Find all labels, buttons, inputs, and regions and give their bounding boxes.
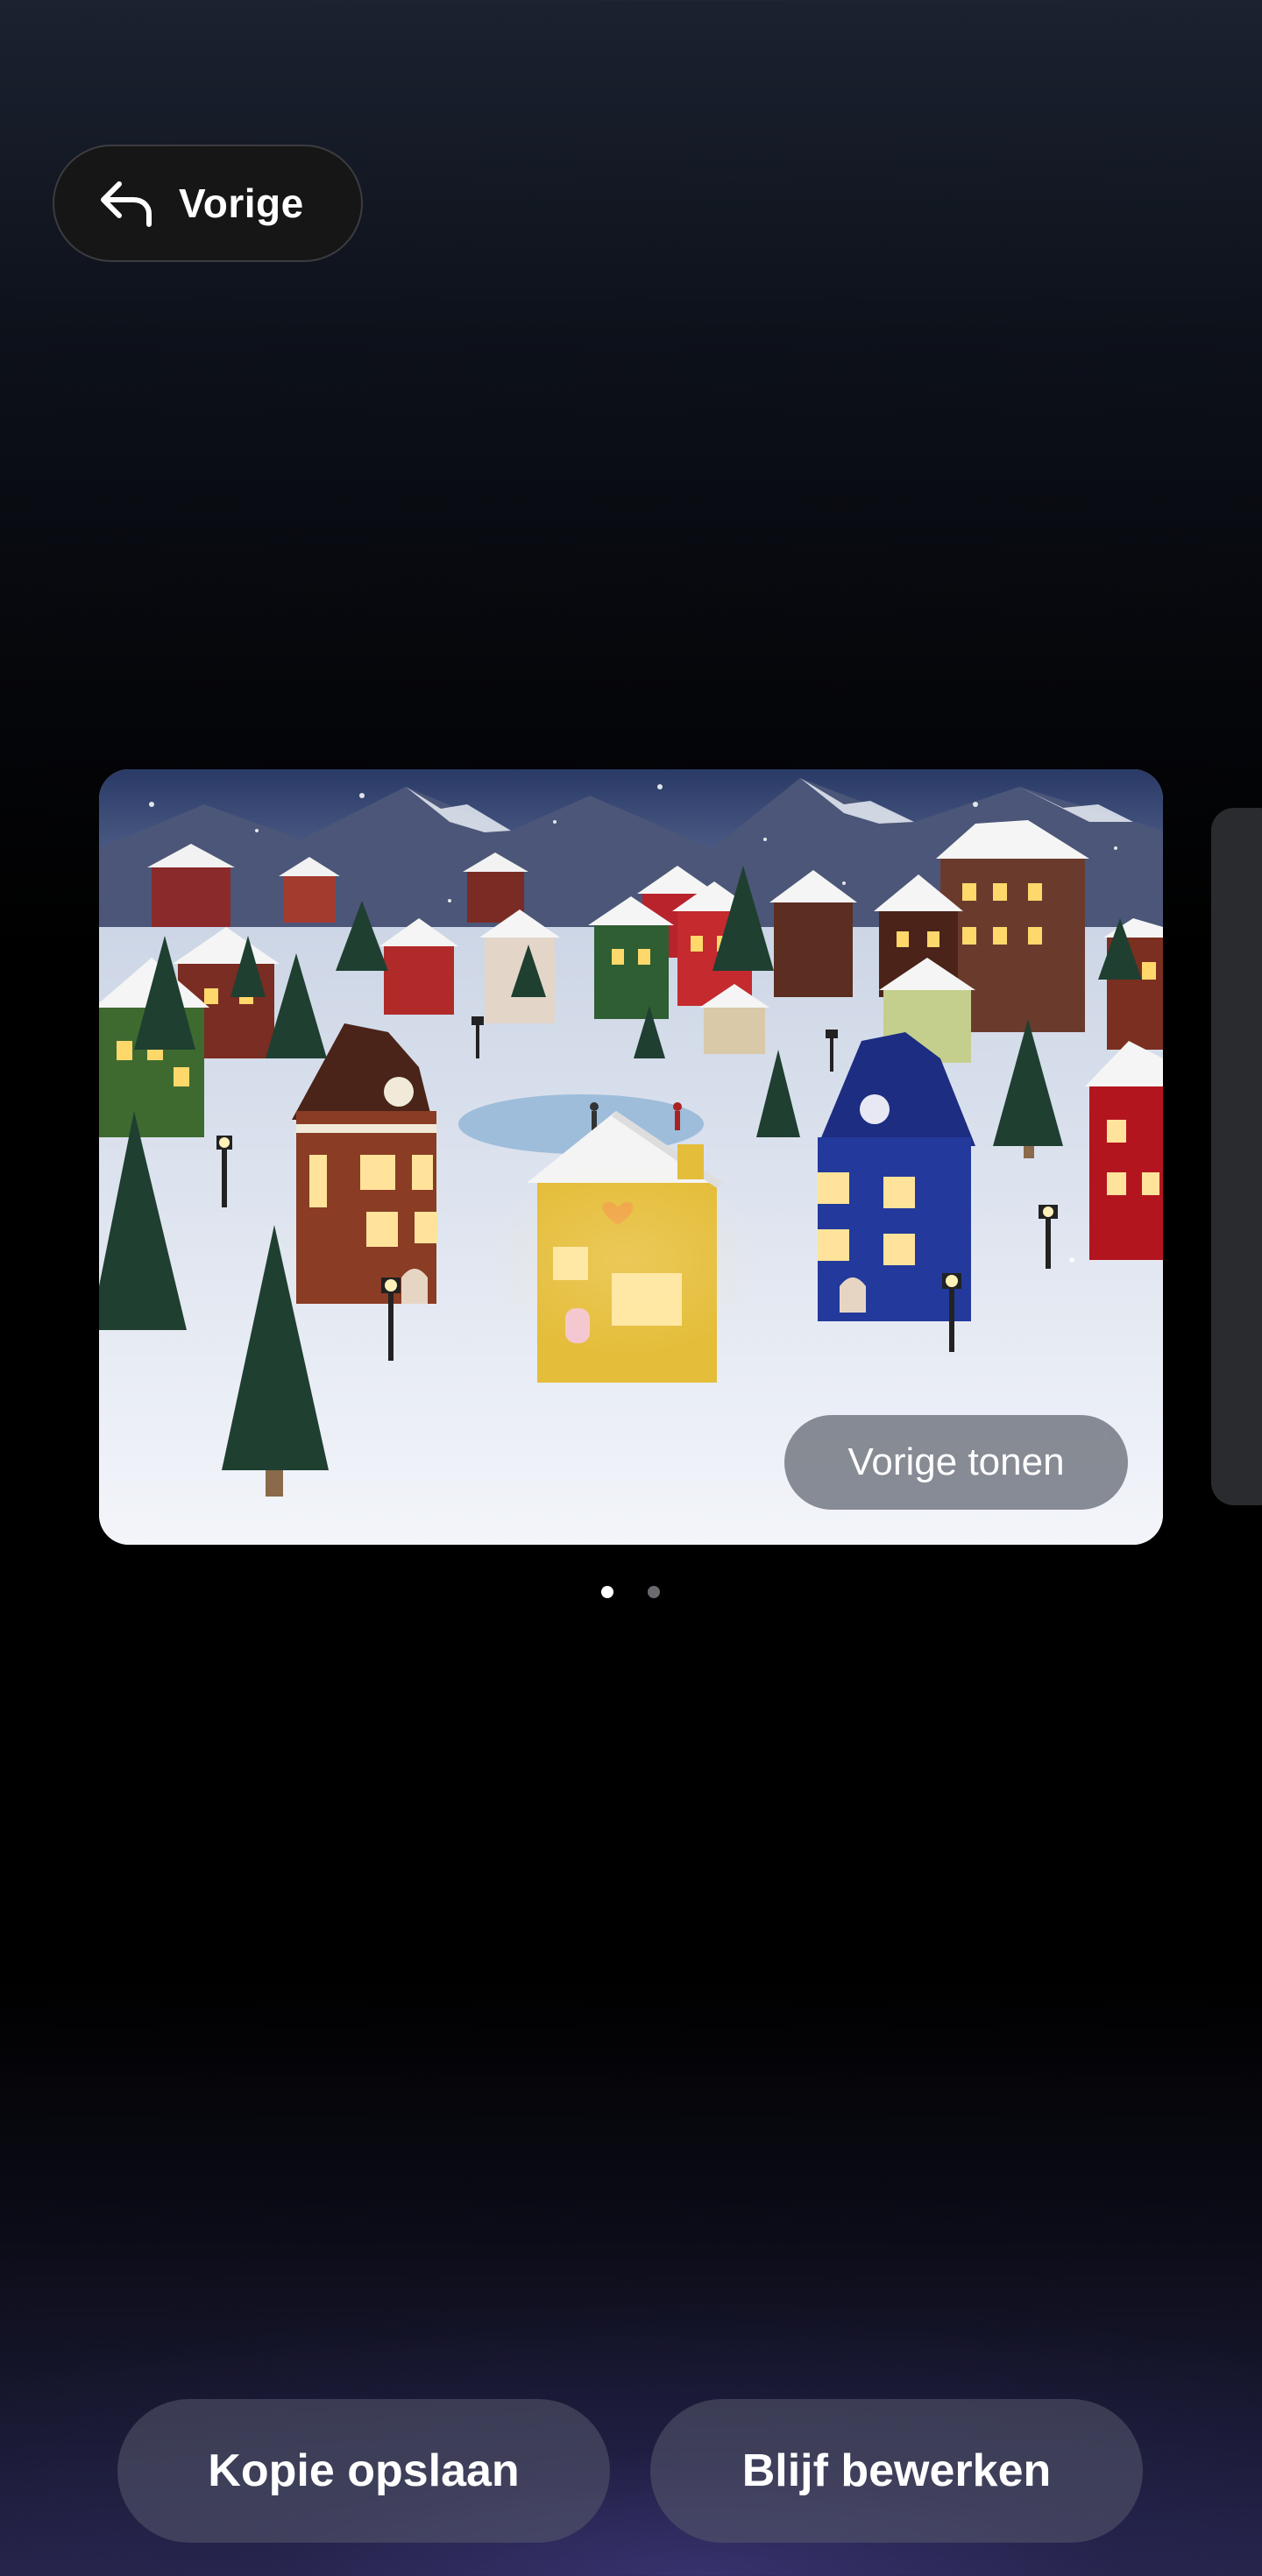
save-copy-button[interactable]: Kopie opslaan (117, 2399, 610, 2543)
next-card-peek[interactable] (1211, 808, 1262, 1505)
image-preview-card[interactable]: Vorige tonen (99, 769, 1163, 1545)
back-button[interactable]: Vorige (53, 145, 363, 262)
back-button-label: Vorige (179, 180, 304, 226)
show-previous-button[interactable]: Vorige tonen (784, 1415, 1128, 1510)
page-indicator (0, 1584, 1262, 1602)
back-arrow-icon (98, 179, 154, 228)
keep-editing-button[interactable]: Blijf bewerken (650, 2399, 1143, 2543)
page-dot-inactive[interactable] (648, 1586, 660, 1598)
page-dot-active[interactable] (601, 1586, 613, 1598)
